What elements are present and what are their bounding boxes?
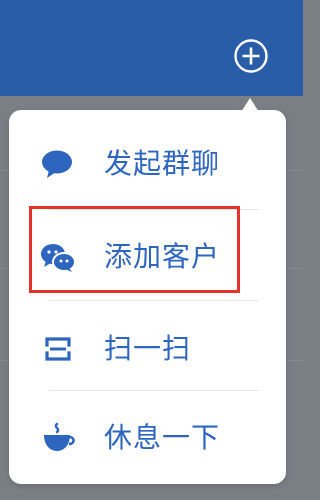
menu-item-label: 休息一下 bbox=[104, 421, 221, 454]
menu-divider bbox=[49, 209, 259, 210]
menu-item-label: 发起群聊 bbox=[104, 147, 221, 180]
popup-menu: 发起群聊 添加客户 扫一扫 休息一下 bbox=[9, 110, 286, 484]
chat-bubble-icon bbox=[42, 150, 72, 178]
menu-item-start-group-chat[interactable]: 发起群聊 bbox=[9, 118, 286, 210]
coffee-cup-icon bbox=[44, 422, 75, 451]
menu-item-scan[interactable]: 扫一扫 bbox=[9, 303, 286, 395]
menu-divider bbox=[49, 300, 259, 301]
scan-icon bbox=[45, 337, 71, 361]
wechat-icon bbox=[41, 244, 76, 272]
menu-item-label: 添加客户 bbox=[104, 240, 221, 273]
plus-circle-icon[interactable] bbox=[233, 38, 269, 74]
app-header bbox=[0, 0, 303, 96]
menu-item-take-a-break[interactable]: 休息一下 bbox=[9, 392, 286, 484]
menu-divider bbox=[49, 390, 259, 391]
menu-item-label: 扫一扫 bbox=[104, 332, 192, 365]
menu-item-add-customer[interactable]: 添加客户 bbox=[9, 211, 286, 303]
